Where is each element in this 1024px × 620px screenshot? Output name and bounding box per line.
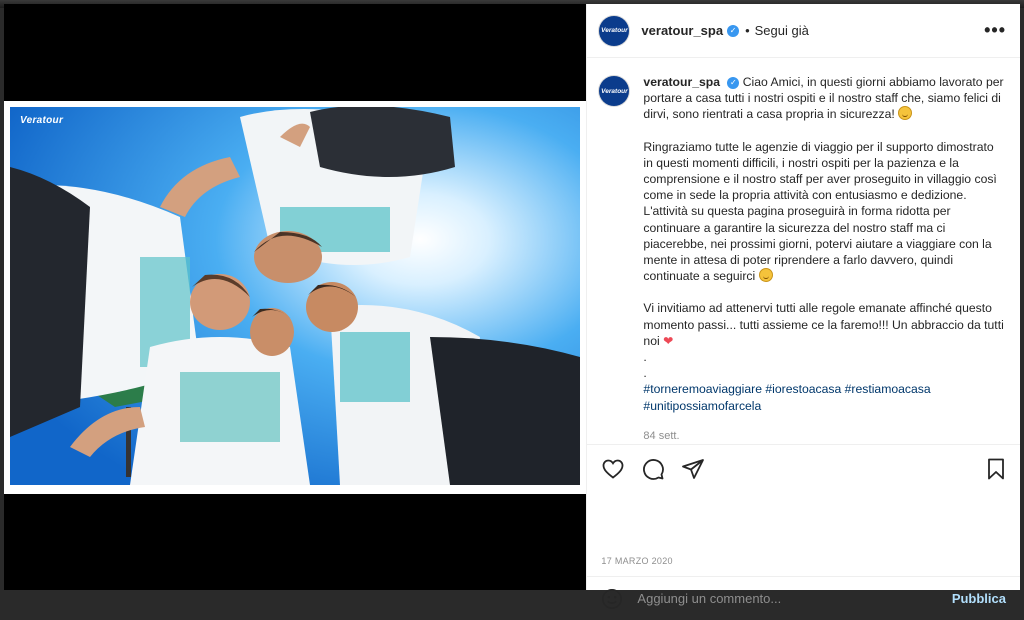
caption-time-ago[interactable]: 84 sett.	[643, 428, 1005, 444]
caption-paragraph: veratour_spa ✓ Ciao Amici, in questi gio…	[643, 74, 1005, 123]
caption-rules-text: Vi invitiamo ad attenervi tutti alle reg…	[643, 301, 1004, 348]
avatar[interactable]: Veratour	[599, 15, 630, 46]
smiley-icon[interactable]	[601, 588, 623, 610]
red-heart-emoji-icon: ❤	[663, 333, 674, 348]
caption-paragraph: Ringraziamo tutte le agenzie di viaggio …	[643, 139, 1005, 204]
post-media-pane: Veratour	[4, 4, 587, 590]
separator-dot: •	[745, 23, 750, 38]
avatar[interactable]: Veratour	[599, 76, 630, 106]
paper-plane-icon[interactable]	[681, 457, 705, 481]
caption-activity-text: L'attività su questa pagina proseguirà i…	[643, 204, 992, 284]
caption-dot-line: .	[643, 350, 647, 365]
post-modal: Veratour Veratour veratour_spa ✓ • Segui…	[4, 4, 1020, 609]
caption-area: Veratour veratour_spa ✓ Ciao Amici, in q…	[587, 58, 1020, 444]
following-button[interactable]: Segui già	[755, 23, 809, 38]
avatar-logo-text: Veratour	[601, 27, 628, 34]
caption-username-link[interactable]: veratour_spa	[643, 75, 720, 89]
post-actions-bar	[587, 444, 1020, 492]
photo-brand-watermark: Veratour	[20, 115, 64, 126]
post-side-panel: Veratour veratour_spa ✓ • Segui già ••• …	[586, 4, 1020, 609]
smiley-emoji-icon	[898, 106, 913, 121]
avatar-logo-text: Veratour	[601, 87, 628, 95]
verified-badge-icon: ✓	[727, 76, 740, 89]
verified-badge-icon: ✓	[727, 24, 740, 37]
caption-paragraph: Vi invitiamo ad attenervi tutti alle reg…	[643, 300, 1005, 349]
post-photo[interactable]: Veratour	[10, 107, 580, 485]
smiley-emoji-icon	[758, 268, 773, 283]
more-options-icon[interactable]: •••	[984, 20, 1006, 41]
header-username-link[interactable]: veratour_spa	[641, 23, 723, 38]
bookmark-icon[interactable]	[984, 457, 1008, 481]
caption: veratour_spa ✓ Ciao Amici, in questi gio…	[643, 74, 1005, 444]
post-date-area: 17 MARZO 2020	[587, 492, 1020, 576]
comment-icon[interactable]	[641, 457, 665, 481]
caption-thanks-text: Ringraziamo tutte le agenzie di viaggio …	[643, 139, 997, 203]
photo-frame: Veratour	[4, 101, 587, 494]
group-photo-illustration	[10, 107, 580, 485]
post-header: Veratour veratour_spa ✓ • Segui già •••	[587, 4, 1020, 58]
caption-dot-line: .	[643, 366, 647, 381]
caption-paragraph: L'attività su questa pagina proseguirà i…	[643, 203, 1005, 284]
post-date[interactable]: 17 MARZO 2020	[601, 556, 672, 566]
publish-button[interactable]: Pubblica	[952, 591, 1006, 606]
hashtag-links[interactable]: #torneremoaviaggiare #iorestoacasa #rest…	[643, 381, 1005, 413]
heart-icon[interactable]	[601, 457, 625, 481]
comment-bar: Pubblica	[587, 576, 1020, 620]
comment-input[interactable]	[635, 590, 952, 607]
